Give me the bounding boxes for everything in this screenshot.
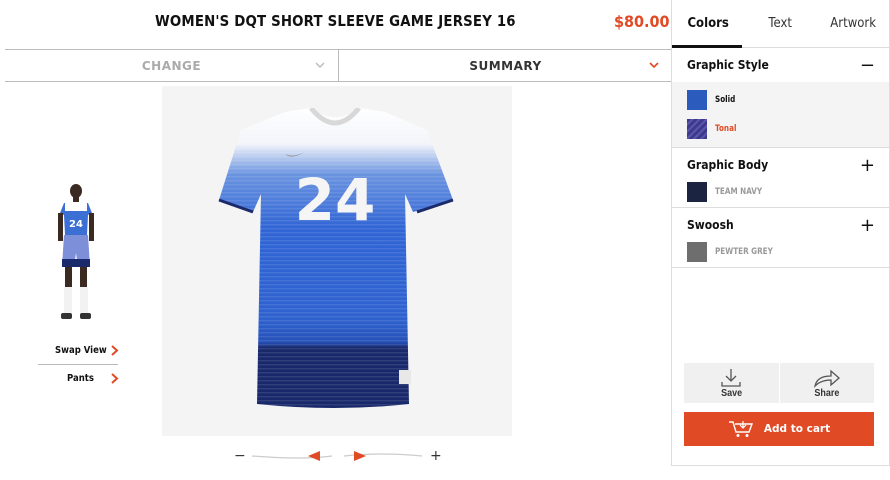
graphic-style-options: Solid Tonal	[672, 82, 889, 147]
color-swatch	[687, 89, 707, 110]
current-color: PEWTER GREY	[672, 242, 889, 262]
product-price: $80.00	[614, 12, 670, 31]
expand-icon[interactable]: +	[860, 155, 875, 176]
swoosh-header[interactable]: Swoosh +	[672, 208, 889, 242]
option-label: Tonal	[715, 123, 737, 134]
share-label: Share	[814, 388, 840, 399]
collapse-icon[interactable]: −	[860, 55, 875, 76]
chevron-right-icon[interactable]	[110, 373, 119, 384]
option-solid[interactable]: Solid	[672, 85, 889, 114]
save-button[interactable]: Save	[684, 363, 779, 403]
jersey-number: 24	[295, 166, 376, 234]
swap-view-link[interactable]: Swap View	[55, 345, 107, 356]
jersey-image: 24	[218, 108, 454, 408]
summary-label: SUMMARY	[469, 58, 542, 73]
save-label: Save	[720, 388, 742, 399]
change-label: CHANGE	[141, 58, 202, 73]
zoom-out-button[interactable]: −	[234, 448, 246, 464]
zoom-controls: − +	[234, 448, 442, 464]
add-to-cart-button[interactable]: Add to cart	[684, 412, 874, 446]
share-icon	[813, 369, 840, 388]
chevron-down-icon	[315, 62, 325, 68]
change-dropdown[interactable]: CHANGE	[5, 50, 339, 81]
active-tab-indicator	[672, 45, 742, 48]
share-button[interactable]: Share	[778, 363, 875, 403]
pants-link[interactable]: Pants	[67, 373, 94, 384]
tab-text[interactable]: Text	[748, 0, 813, 47]
tab-artwork[interactable]: Artwork	[820, 0, 885, 47]
section-swoosh: Swoosh + PEWTER GREY	[672, 208, 889, 268]
cart-icon	[728, 421, 753, 437]
download-icon	[721, 369, 741, 387]
color-swatch	[687, 182, 707, 202]
section-title: Graphic Body	[687, 158, 769, 172]
panel-tabs: Colors Text Artwork	[672, 0, 889, 48]
color-label: TEAM NAVY	[715, 187, 763, 197]
product-title: WOMEN'S DQT SHORT SLEEVE GAME JERSEY 16	[155, 12, 516, 30]
section-title: Swoosh	[687, 218, 734, 232]
player-thumbnail[interactable]: 24	[50, 183, 102, 326]
action-bar: Save Share	[684, 363, 874, 403]
rotate-left-icon[interactable]	[308, 451, 320, 461]
customization-panel: Colors Text Artwork Graphic Style − Soli…	[671, 0, 890, 466]
section-title: Graphic Style	[687, 58, 769, 72]
section-graphic-style: Graphic Style − Solid Tonal	[672, 48, 889, 148]
graphic-body-header[interactable]: Graphic Body +	[672, 148, 889, 182]
chevron-down-icon	[649, 62, 659, 69]
option-tonal[interactable]: Tonal	[672, 114, 889, 143]
color-swatch	[687, 242, 707, 262]
divider	[38, 364, 118, 365]
mini-number: 24	[69, 219, 83, 230]
section-graphic-body: Graphic Body + TEAM NAVY	[672, 148, 889, 208]
chevron-right-icon[interactable]	[110, 345, 119, 356]
color-swatch	[687, 118, 707, 139]
option-label: Solid	[715, 94, 736, 105]
expand-icon[interactable]: +	[860, 215, 875, 236]
selector-bar: CHANGE SUMMARY	[5, 49, 672, 82]
current-color: TEAM NAVY	[672, 182, 889, 202]
cart-label: Add to cart	[763, 423, 831, 435]
zoom-in-button[interactable]: +	[430, 448, 442, 464]
graphic-style-header[interactable]: Graphic Style −	[672, 48, 889, 82]
summary-dropdown[interactable]: SUMMARY	[339, 50, 672, 81]
rotate-right-icon[interactable]	[354, 451, 366, 461]
color-label: PEWTER GREY	[715, 247, 773, 257]
tab-colors[interactable]: Colors	[676, 0, 741, 47]
